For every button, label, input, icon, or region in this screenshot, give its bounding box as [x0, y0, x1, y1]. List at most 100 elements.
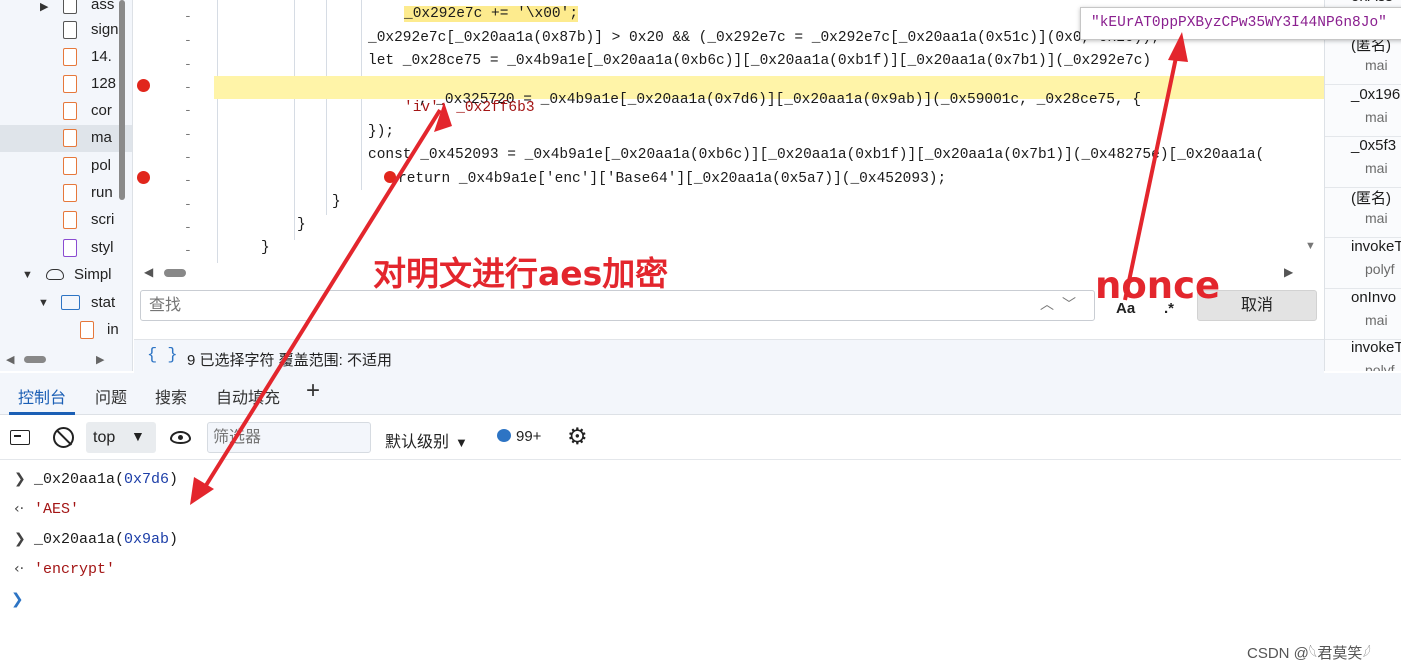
tree-item-folder[interactable]: ▼ stat: [0, 290, 132, 317]
scroll-down-icon[interactable]: ▼: [1305, 240, 1316, 252]
gutter-marker[interactable]: -: [184, 57, 192, 72]
console-prompt-caret-icon[interactable]: ❯: [11, 590, 24, 608]
tree-item-label: in: [107, 321, 119, 338]
code-text: let _0x28ce75 = _0x4b9a1e[_0x20aa1a(0xb6…: [368, 53, 1152, 69]
chevron-down-icon[interactable]: ▼: [38, 297, 49, 309]
log-level-value: 默认级别: [385, 434, 450, 451]
gutter-marker[interactable]: -: [184, 173, 192, 188]
gutter-marker[interactable]: -: [184, 197, 192, 212]
scroll-thumb[interactable]: [164, 269, 186, 277]
scroll-right-icon[interactable]: ▶: [96, 353, 104, 366]
call-stack-panel: onAss (匿名)mai _0x196mai _0x5f3mai (匿名)ma…: [1324, 0, 1401, 371]
scroll-thumb[interactable]: [24, 356, 46, 363]
call-frame[interactable]: invokeT polyf: [1325, 335, 1401, 371]
chevron-down-icon: ▼: [455, 435, 468, 450]
code-line: let _0x28ce75 = _0x4b9a1e[_0x20aa1a(0xb6…: [368, 53, 1324, 76]
find-prev-next-icons[interactable]: ︿﹀: [1040, 294, 1084, 314]
file-icon: [63, 239, 77, 257]
scroll-right-icon[interactable]: ▶: [1284, 265, 1293, 279]
gutter-marker[interactable]: -: [184, 243, 192, 258]
call-frame[interactable]: _0x5f3mai: [1325, 133, 1401, 188]
tree-item[interactable]: pol: [0, 153, 132, 180]
tab-search[interactable]: 搜索: [155, 384, 187, 408]
file-icon: [63, 0, 77, 14]
tree-item[interactable]: scri: [0, 207, 132, 234]
call-frame[interactable]: _0x196 mai: [1325, 82, 1401, 137]
scroll-left-icon[interactable]: ◀: [144, 265, 153, 279]
gutter-marker[interactable]: -: [184, 150, 192, 165]
code-line: }: [332, 194, 341, 217]
code-text: }: [261, 240, 270, 256]
console-settings-gear-icon[interactable]: ⚙: [567, 425, 588, 448]
code-line: 'iv': _0x2ff6b3: [404, 100, 535, 123]
gutter-marker[interactable]: -: [184, 9, 192, 24]
file-icon: [63, 75, 77, 93]
call-frame-name: invokeT: [1351, 238, 1401, 255]
gutter-marker[interactable]: -: [184, 220, 192, 235]
tree-vertical-scrollbar[interactable]: [119, 0, 125, 200]
show-sidebar-icon[interactable]: [10, 430, 30, 445]
tree-item-label: Simpl: [74, 266, 112, 283]
call-frame-name: _0x5f3: [1351, 137, 1397, 154]
chevron-right-icon[interactable]: ▶: [40, 0, 48, 13]
call-frame[interactable]: invokeT polyf: [1325, 234, 1401, 289]
tab-issues[interactable]: 问题: [95, 384, 127, 408]
tab-console[interactable]: 控制台: [18, 384, 66, 408]
pretty-print-button[interactable]: { }: [147, 346, 178, 365]
gutter-marker[interactable]: -: [184, 33, 192, 48]
tree-item[interactable]: styl: [0, 235, 132, 262]
code-text: , _0x325720 = _0x4b9a1e[_0x20aa1a(0x7d6)…: [418, 92, 1142, 108]
call-frame-name: _0x196: [1351, 86, 1401, 103]
expand-chevron-icon[interactable]: ❯: [14, 471, 26, 487]
console-input-text: _0x20aa1a(0x7d6): [34, 471, 178, 488]
log-level-dropdown[interactable]: 默认级别 ▼: [385, 428, 468, 452]
add-tab-plus-icon[interactable]: +: [306, 377, 320, 405]
breakpoint-icon[interactable]: [137, 79, 150, 92]
code-line: });: [368, 124, 394, 147]
context-selector[interactable]: top ▼: [86, 422, 156, 453]
code-text: _0x292e7c[_0x20aa1a(0x87b)] > 0x20 && (_…: [368, 30, 1160, 46]
tree-item[interactable]: in: [0, 317, 132, 344]
console-result-text: 'encrypt': [34, 561, 116, 578]
call-frame-name: onInvo: [1351, 289, 1397, 306]
filter-input[interactable]: [207, 422, 371, 453]
file-icon: [63, 102, 77, 120]
tree-horizontal-scrollbar[interactable]: ◀ ▶: [0, 350, 132, 370]
console-output[interactable]: ❯ _0x20aa1a(0x7d6) ‹· 'AES' ❯ _0x20aa1a(…: [0, 461, 1401, 666]
clear-console-icon[interactable]: [53, 427, 74, 448]
result-arrow-icon: ‹·: [14, 501, 25, 517]
scroll-left-icon[interactable]: ◀: [6, 353, 14, 366]
tree-item[interactable]: 128: [0, 71, 132, 98]
console-input-line[interactable]: ❯ _0x20aa1a(0x7d6): [0, 465, 1401, 495]
tree-item[interactable]: run: [0, 180, 132, 207]
editor-status-bar: { } 9 已选择字符 覆盖范围: 不适用: [134, 339, 1324, 373]
call-frame-name: (匿名): [1351, 190, 1391, 207]
call-frame[interactable]: (匿名) mai: [1325, 183, 1401, 238]
chevron-down-icon[interactable]: ▼: [22, 269, 33, 281]
input-hex: 0x9ab: [124, 531, 170, 548]
folder-icon: [61, 295, 80, 310]
gutter-marker[interactable]: -: [184, 103, 192, 118]
input-suffix: ): [169, 531, 179, 548]
tree-item[interactable]: sign: [0, 17, 132, 44]
call-frame-file: mai: [1365, 160, 1388, 176]
tree-item[interactable]: cor: [0, 98, 132, 125]
cloud-icon: [46, 269, 64, 280]
tab-autofill[interactable]: 自动填充: [216, 384, 280, 408]
live-expression-eye-icon[interactable]: [170, 431, 191, 444]
breakpoint-icon[interactable]: [137, 171, 150, 184]
call-frame[interactable]: onInvo mai: [1325, 285, 1401, 340]
inline-breakpoint-icon[interactable]: [384, 171, 396, 183]
tree-item[interactable]: 14.: [0, 44, 132, 71]
gutter-marker[interactable]: -: [184, 80, 192, 95]
result-arrow-icon: ‹·: [14, 561, 25, 577]
input-prefix: _0x20aa1a(: [34, 471, 125, 488]
tree-item-domain[interactable]: ▼ Simpl: [0, 262, 132, 289]
code-text: const _0x452093 = _0x4b9a1e[_0x20aa1a(0x…: [368, 147, 1265, 163]
console-input-line[interactable]: ❯ _0x20aa1a(0x9ab): [0, 525, 1401, 555]
gutter-marker[interactable]: -: [184, 127, 192, 142]
annotation-label-nonce: nonce: [1095, 264, 1221, 307]
expand-chevron-icon[interactable]: ❯: [14, 531, 26, 547]
tree-item-selected[interactable]: ma: [0, 125, 132, 152]
issues-count-badge[interactable]: 99+: [497, 428, 541, 445]
